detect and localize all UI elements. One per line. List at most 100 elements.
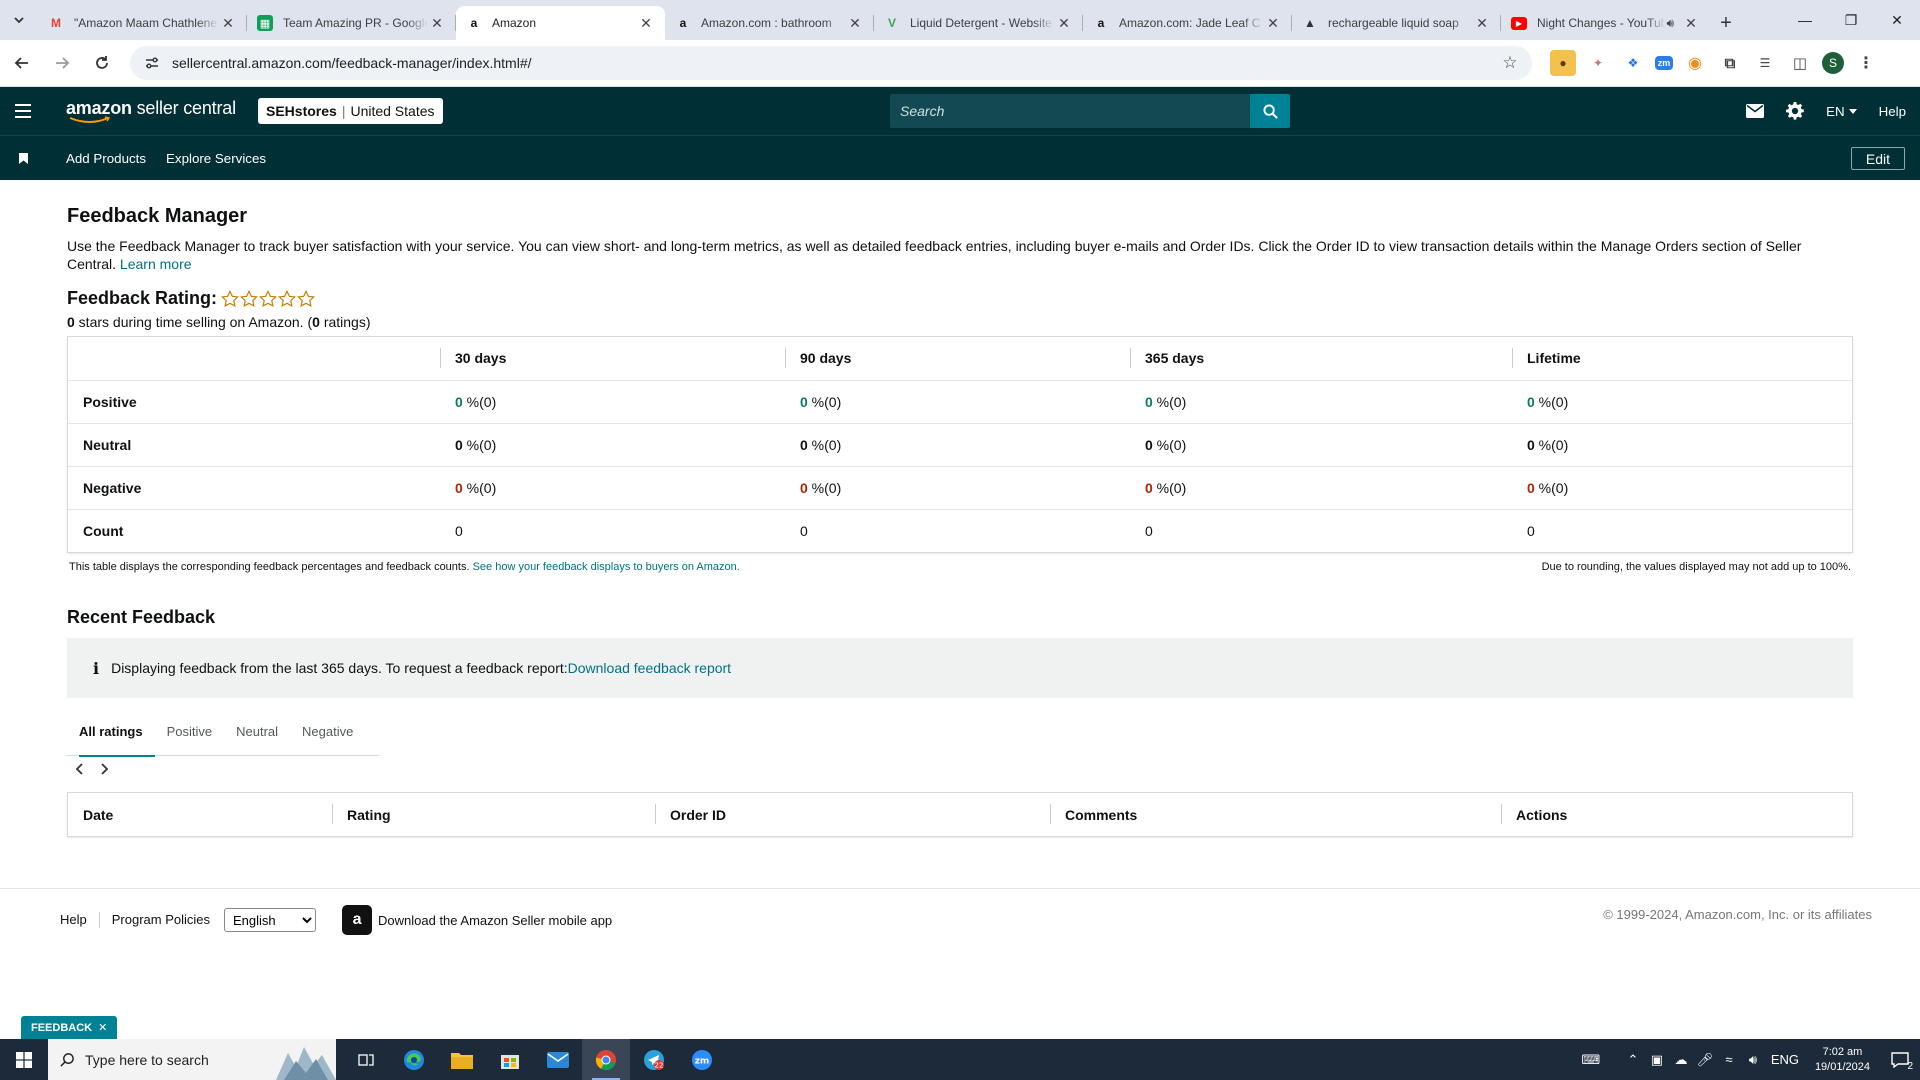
browser-tab[interactable]: ▦ Team Amazing PR - Google Sheets✕ xyxy=(247,6,456,40)
metrics-cell: 0 %(0) xyxy=(1512,380,1852,424)
reload-button[interactable] xyxy=(84,45,120,81)
browser-tab[interactable]: V Liquid Detergent - Website ✕ xyxy=(874,6,1083,40)
extension-icon-3[interactable]: ❖ xyxy=(1620,50,1646,76)
forward-button[interactable] xyxy=(44,45,80,81)
zoom-app-button[interactable]: zm xyxy=(678,1039,726,1080)
learn-more-link[interactable]: Learn more xyxy=(120,256,192,272)
task-view-button[interactable] xyxy=(342,1039,390,1080)
address-bar[interactable]: sellercentral.amazon.com/feedback-manage… xyxy=(130,46,1532,80)
wifi-icon[interactable]: ≈ xyxy=(1717,1039,1741,1080)
browser-menu-icon[interactable]: ⋮ xyxy=(1853,50,1879,76)
close-tab-icon[interactable]: ✕ xyxy=(846,14,864,32)
edit-nav-button[interactable]: Edit xyxy=(1850,147,1905,170)
help-link[interactable]: Help xyxy=(1879,104,1906,119)
show-hidden-icons-icon[interactable]: ⌃ xyxy=(1621,1039,1645,1080)
footer-help-link[interactable]: Help xyxy=(48,912,100,928)
microphone-icon[interactable]: 🎤︎ xyxy=(1693,1039,1717,1080)
onedrive-cloud-icon[interactable]: ☁ xyxy=(1669,1039,1693,1080)
volume-icon[interactable]: 🔊︎ xyxy=(1741,1039,1765,1080)
mail-app-button[interactable] xyxy=(534,1039,582,1080)
close-tab-icon[interactable]: ✕ xyxy=(1055,14,1073,32)
close-tab-icon[interactable]: ✕ xyxy=(1682,14,1700,32)
meet-now-icon[interactable]: ▣ xyxy=(1645,1039,1669,1080)
search-input[interactable] xyxy=(890,94,1250,128)
keyboard-icon[interactable]: ⌨ xyxy=(1571,1039,1611,1080)
restore-button[interactable]: ❐ xyxy=(1828,0,1874,40)
file-explorer-button[interactable] xyxy=(438,1039,486,1080)
close-tab-icon[interactable]: ✕ xyxy=(1473,14,1491,32)
filter-tab-negative[interactable]: Negative xyxy=(290,720,365,756)
close-tab-icon[interactable]: ✕ xyxy=(219,14,237,32)
col-rating[interactable]: Rating xyxy=(332,793,655,836)
close-tab-icon[interactable]: ✕ xyxy=(1264,14,1282,32)
profile-avatar[interactable]: S xyxy=(1822,52,1844,74)
filter-tab-neutral[interactable]: Neutral xyxy=(224,720,290,756)
browser-tab[interactable]: a Amazon.com: Jade Leaf C ✕ xyxy=(1083,6,1292,40)
side-panel-icon[interactable]: ◫ xyxy=(1787,50,1813,76)
next-page-button[interactable] xyxy=(97,760,111,778)
metrics-cell: 0 %(0) xyxy=(1512,466,1852,510)
zoom-extension-icon[interactable]: zm xyxy=(1655,56,1673,70)
footer-program-policies-link[interactable]: Program Policies xyxy=(100,912,222,928)
new-tab-button[interactable]: + xyxy=(1710,6,1742,40)
extension-icon-1[interactable]: ● xyxy=(1550,50,1576,76)
col-date[interactable]: Date xyxy=(68,793,332,836)
add-products-link[interactable]: Add Products xyxy=(66,151,146,166)
seller-central-logo[interactable]: amazon seller central xyxy=(66,98,236,124)
edge-app-button[interactable] xyxy=(390,1039,438,1080)
seller-central-header: amazon seller central SEHstores | United… xyxy=(0,87,1920,135)
prev-page-button[interactable] xyxy=(73,760,87,778)
messages-button[interactable] xyxy=(1746,104,1765,118)
browser-tab[interactable]: M "Amazon Maam Chathlene ✕ xyxy=(38,6,247,40)
close-icon[interactable]: ✕ xyxy=(98,1021,107,1034)
puzzle-icon[interactable]: ⧉ xyxy=(1717,50,1743,76)
metrics-count: %(0) xyxy=(1152,436,1187,453)
minimize-button[interactable]: — xyxy=(1782,0,1828,40)
tab-search-button[interactable] xyxy=(0,0,38,40)
browser-tab[interactable]: a Amazon.com : bathroom ✕ xyxy=(665,6,874,40)
metrics-count: %(0) xyxy=(1534,393,1569,410)
microsoft-store-button[interactable] xyxy=(486,1039,534,1080)
start-button[interactable] xyxy=(0,1039,48,1080)
buyer-display-link[interactable]: See how your feedback displays to buyers… xyxy=(473,561,740,573)
metrics-row-label: Positive xyxy=(68,380,440,424)
taskbar-search[interactable]: Type here to search xyxy=(48,1039,336,1080)
notification-center-button[interactable]: 2 xyxy=(1880,1039,1920,1080)
browser-tab[interactable]: a Amazon ✕ xyxy=(456,6,665,40)
close-window-button[interactable]: ✕ xyxy=(1874,0,1920,40)
metrics-percent: 0 xyxy=(1145,479,1153,496)
taskbar-clock[interactable]: 7:02 am 19/01/2024 xyxy=(1815,1045,1870,1075)
filter-tab-all-ratings[interactable]: All ratings xyxy=(67,720,155,757)
browser-tab-title: Night Changes - YouTube xyxy=(1537,16,1667,30)
language-dropdown[interactable]: EN xyxy=(1826,104,1857,119)
settings-button[interactable] xyxy=(1786,102,1804,120)
back-button[interactable] xyxy=(4,45,40,81)
col-order-id[interactable]: Order ID xyxy=(655,793,1050,836)
mobile-app-link[interactable]: a Download the Amazon Seller mobile app xyxy=(342,905,612,935)
bookmark-star-icon[interactable]: ☆ xyxy=(1500,53,1520,73)
telegram-app-button[interactable]: 22 xyxy=(630,1039,678,1080)
store-selector[interactable]: SEHstores | United States xyxy=(258,98,443,124)
speaker-icon[interactable]: 🔊︎ xyxy=(1666,16,1674,31)
site-info-icon[interactable] xyxy=(142,53,162,73)
telegram-icon: 22 xyxy=(644,1049,664,1070)
explore-services-link[interactable]: Explore Services xyxy=(166,151,266,166)
filter-tab-positive[interactable]: Positive xyxy=(155,720,225,756)
feedback-tab-button[interactable]: FEEDBACK ✕ xyxy=(21,1016,118,1039)
media-control-icon[interactable]: ☰ xyxy=(1752,50,1778,76)
footer-language-select[interactable]: English xyxy=(224,908,317,932)
chrome-app-button[interactable] xyxy=(582,1039,630,1080)
bookmarks-button[interactable] xyxy=(0,136,46,181)
extension-icon-2[interactable]: ✦ xyxy=(1585,50,1611,76)
main-menu-button[interactable] xyxy=(0,87,46,135)
extension-icon-5[interactable]: ◉ xyxy=(1682,50,1708,76)
search-button[interactable] xyxy=(1250,94,1290,128)
browser-tab[interactable]: ▲ rechargeable liquid soap ✕ xyxy=(1292,6,1501,40)
browser-tab[interactable]: ▶ Night Changes - YouTube 🔊︎ ✕ xyxy=(1501,6,1710,40)
taskbar-apps: 22 zm xyxy=(342,1039,726,1080)
close-tab-icon[interactable]: ✕ xyxy=(428,14,446,32)
input-language[interactable]: ENG xyxy=(1765,1039,1805,1080)
url-text[interactable]: sellercentral.amazon.com/feedback-manage… xyxy=(172,55,1500,71)
close-tab-icon[interactable]: ✕ xyxy=(637,14,655,32)
download-report-link[interactable]: Download feedback report xyxy=(568,660,731,676)
